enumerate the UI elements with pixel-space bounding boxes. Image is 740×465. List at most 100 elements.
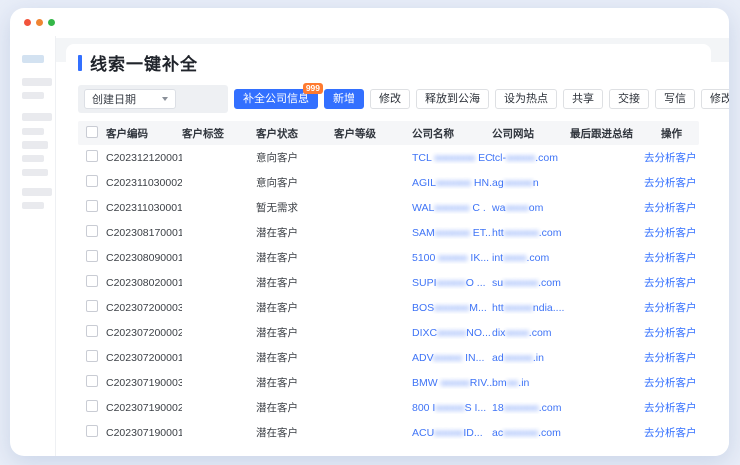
customer-status-cell: 潜在客户 [256,225,334,240]
column-header: 操作 [644,126,699,141]
company-text: ET... [470,227,492,239]
company-text: TCL [412,152,434,164]
analyze-customer-link[interactable]: 去分析客户 [644,225,695,240]
table-row: C202307190003潜在客户BMW oooooRIV...bmoo.in去… [78,370,699,395]
minimize-button[interactable] [36,19,43,26]
company-website-cell[interactable]: acoooooo.com [492,427,570,439]
row-checkbox[interactable] [86,400,98,412]
analyze-customer-link[interactable]: 去分析客户 [644,325,695,340]
select-all-checkbox[interactable] [86,126,98,138]
complete-company-info-button[interactable]: 补全公司信息999 [234,89,318,109]
count-badge: 999 [303,83,323,94]
row-checkbox[interactable] [86,300,98,312]
sidebar-item[interactable] [22,155,44,162]
masked-text: oo [507,377,519,389]
company-website-cell[interactable]: suoooooo.com [492,277,570,289]
customer-status-cell: 意向客户 [256,150,334,165]
analyze-customer-link[interactable]: 去分析客户 [644,200,695,215]
table-row: C202312120001意向客户TCL ooooooo EC...tcl-oo… [78,145,699,170]
select-all-cell [78,126,106,141]
change-status-button[interactable]: 修改状态 [701,89,729,109]
analyze-customer-link[interactable]: 去分析客户 [644,250,695,265]
customer-status-cell: 潜在客户 [256,350,334,365]
action-cell: 去分析客户 [644,375,699,390]
masked-text: ooooo [504,352,533,364]
sidebar-item[interactable] [22,92,44,99]
row-checkbox[interactable] [86,425,98,437]
row-checkbox[interactable] [86,200,98,212]
masked-text: ooooo [435,402,464,414]
release-to-public-button[interactable]: 释放到公海 [416,89,489,109]
company-website-cell[interactable]: httoooooo.com [492,227,570,239]
analyze-customer-link[interactable]: 去分析客户 [644,375,695,390]
company-text: IN... [462,352,484,364]
company-website-cell[interactable]: intoooo.com [492,252,570,264]
row-checkbox-cell [78,175,106,190]
edit-button[interactable]: 修改 [370,89,410,109]
toolbar: 创建日期 补全公司信息999新增修改释放到公海设为热点共享交接写信修改状态删除更… [78,85,699,113]
sidebar-item[interactable] [22,113,52,121]
company-website-cell[interactable]: agooooon [492,177,570,189]
analyze-customer-link[interactable]: 去分析客户 [644,150,695,165]
customer-code-cell: C202311030002 [106,177,182,189]
masked-text: ooooo [504,302,533,314]
row-checkbox[interactable] [86,175,98,187]
company-text: IK... [467,252,489,264]
website-text: n [533,177,539,189]
company-website-cell[interactable]: adooooo.in [492,352,570,364]
company-text: BOS [412,302,434,314]
company-text: S I... [465,402,487,414]
add-button[interactable]: 新增 [324,89,364,109]
row-checkbox[interactable] [86,325,98,337]
analyze-customer-link[interactable]: 去分析客户 [644,175,695,190]
company-website-cell[interactable]: bmoo.in [492,377,570,389]
share-button[interactable]: 共享 [563,89,603,109]
website-text: ac [492,427,503,439]
customer-status-cell: 潜在客户 [256,325,334,340]
company-website-cell[interactable]: dixoooo.com [492,327,570,339]
sidebar-item[interactable] [22,169,48,176]
website-text: tcl- [492,152,506,164]
action-cell: 去分析客户 [644,300,699,315]
date-filter-select[interactable]: 创建日期 [84,89,176,109]
row-checkbox[interactable] [86,150,98,162]
sidebar-item[interactable] [22,188,52,196]
zoom-button[interactable] [48,19,55,26]
sidebar-item[interactable] [22,128,44,135]
analyze-customer-link[interactable]: 去分析客户 [644,350,695,365]
sidebar-item[interactable] [22,78,52,86]
sidebar-item-active[interactable] [22,55,44,63]
analyze-customer-link[interactable]: 去分析客户 [644,275,695,290]
row-checkbox-cell [78,150,106,165]
column-header: 公司网站 [492,126,570,141]
close-button[interactable] [24,19,31,26]
company-website-cell[interactable]: waooooom [492,202,570,214]
table-header: 客户编码客户标签客户状态客户等级公司名称公司网站最后跟进总结操作 [78,121,699,145]
action-cell: 去分析客户 [644,150,699,165]
row-checkbox[interactable] [86,275,98,287]
row-checkbox[interactable] [86,225,98,237]
row-checkbox[interactable] [86,375,98,387]
company-text: 5100 [412,252,438,264]
company-website-cell[interactable]: 18oooooo.com [492,402,570,414]
write-letter-button[interactable]: 写信 [655,89,695,109]
table-row: C202308090001潜在客户5100 ooooo IK...intoooo… [78,245,699,270]
analyze-customer-link[interactable]: 去分析客户 [644,300,695,315]
row-checkbox[interactable] [86,250,98,262]
company-name-cell: SUPIoooooO ... [412,277,492,289]
sidebar-item[interactable] [22,202,44,209]
row-checkbox[interactable] [86,350,98,362]
company-website-cell[interactable]: tcl-ooooo.com [492,152,570,164]
analyze-customer-link[interactable]: 去分析客户 [644,425,695,440]
website-text: htt [492,302,504,314]
company-name-cell: BOSooooooM... [412,302,492,314]
chevron-down-icon [162,97,168,101]
analyze-customer-link[interactable]: 去分析客户 [644,400,695,415]
masked-text: oooooo [435,227,470,239]
website-text: wa [492,202,505,214]
set-hotspot-button[interactable]: 设为热点 [495,89,557,109]
sidebar-item[interactable] [22,141,48,149]
handover-button[interactable]: 交接 [609,89,649,109]
company-text: NO... [466,327,491,339]
company-website-cell[interactable]: httooooondia.... [492,302,570,314]
